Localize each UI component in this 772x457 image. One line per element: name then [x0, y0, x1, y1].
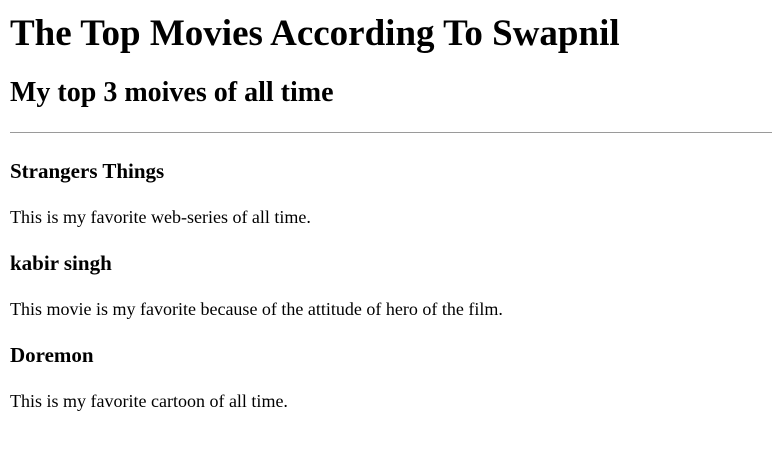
- page-title: The Top Movies According To Swapnil: [10, 13, 620, 54]
- movie-title: Doremon: [10, 343, 94, 367]
- movie-description: This movie is my favorite because of the…: [10, 299, 503, 319]
- movie-description: This is my favorite cartoon of all time.: [10, 391, 288, 411]
- movie-item: kabir singh This movie is my favorite be…: [10, 250, 772, 320]
- movie-item: Doremon This is my favorite cartoon of a…: [10, 342, 772, 412]
- movie-description: This is my favorite web-series of all ti…: [10, 207, 311, 227]
- page-subtitle: My top 3 moives of all time: [10, 77, 334, 108]
- divider: [10, 132, 772, 133]
- movie-title: Strangers Things: [10, 159, 165, 183]
- movie-list: Strangers Things This is my favorite web…: [10, 158, 772, 412]
- page: The Top Movies According To Swapnil My t…: [0, 0, 772, 412]
- movie-item: Strangers Things This is my favorite web…: [10, 158, 772, 228]
- movie-title: kabir singh: [10, 251, 112, 275]
